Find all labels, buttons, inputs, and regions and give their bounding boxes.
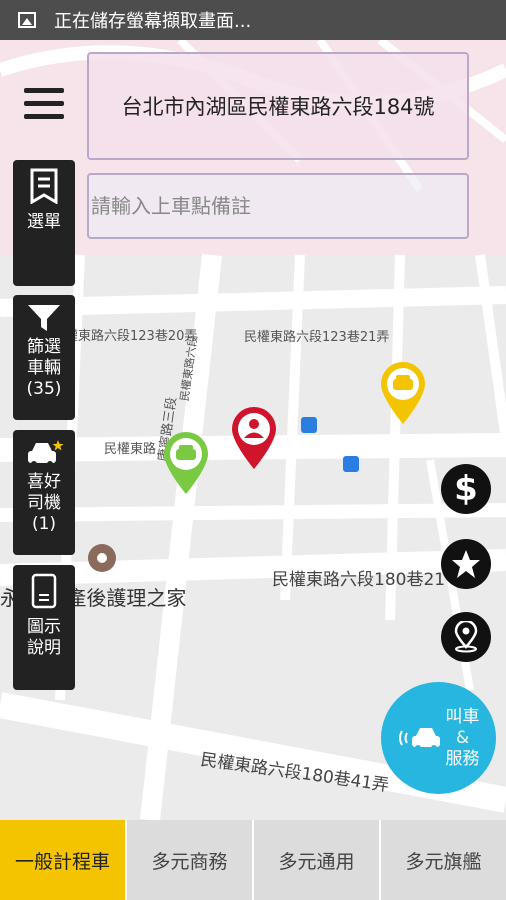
call-taxi-label: 叫車 & 服務 [445,706,480,769]
filter-icon [28,305,60,331]
location-pin-icon [454,621,478,653]
menu-list-icon [30,168,58,204]
tab-multi-flagship[interactable]: 多元旗艦 [381,820,506,900]
legend-button-label: 圖示 說明 [27,617,61,658]
locate-button[interactable] [441,612,491,662]
road-label: 民權東路六段180巷21 [272,570,446,590]
pickup-address-text: 台北市內湖區民權東路六段184號 [121,95,435,119]
pickup-note-input[interactable] [89,193,467,219]
call-taxi-button[interactable]: 叫車 & 服務 [381,682,496,794]
user-location-pin [232,407,276,469]
screenshot-icon [18,12,36,28]
star-icon [452,550,480,578]
favorites-button[interactable] [441,539,491,589]
taxi-signal-icon [398,728,440,751]
taxi-pin-green[interactable] [162,430,210,496]
favorite-car-icon [28,440,64,467]
menu-button[interactable]: 選單 [13,160,75,286]
tab-standard-taxi[interactable]: 一般計程車 [0,820,127,900]
favorite-drivers-label: 喜好 司機 (1) [27,472,61,534]
road-label: 民權東路六段123巷21弄 [244,330,390,345]
fare-button[interactable]: $ [441,464,491,514]
status-bar: 正在儲存螢幕擷取畫面... [0,0,506,40]
favorite-drivers-button[interactable]: 喜好 司機 (1) [13,430,75,555]
status-text: 正在儲存螢幕擷取畫面... [54,11,252,32]
legend-button[interactable]: 圖示 說明 [13,565,75,690]
pickup-note-field[interactable] [87,173,469,239]
filter-vehicles-button[interactable]: 篩選 車輛 (35) [13,295,75,420]
tab-multi-general[interactable]: 多元通用 [254,820,381,900]
road-label: 民權東路 [104,442,157,457]
phone-info-icon [31,573,57,609]
hamburger-menu-icon[interactable] [24,88,64,128]
menu-button-label: 選單 [27,212,61,232]
dollar-icon: $ [454,469,478,509]
vehicle-type-tabs: 一般計程車 多元商務 多元通用 多元旗艦 [0,820,506,900]
taxi-pin-yellow[interactable] [379,360,427,426]
filter-vehicles-label: 篩選 車輛 (35) [26,337,62,399]
tab-multi-business[interactable]: 多元商務 [127,820,254,900]
pickup-address-field[interactable]: 台北市內湖區民權東路六段184號 [87,52,469,160]
